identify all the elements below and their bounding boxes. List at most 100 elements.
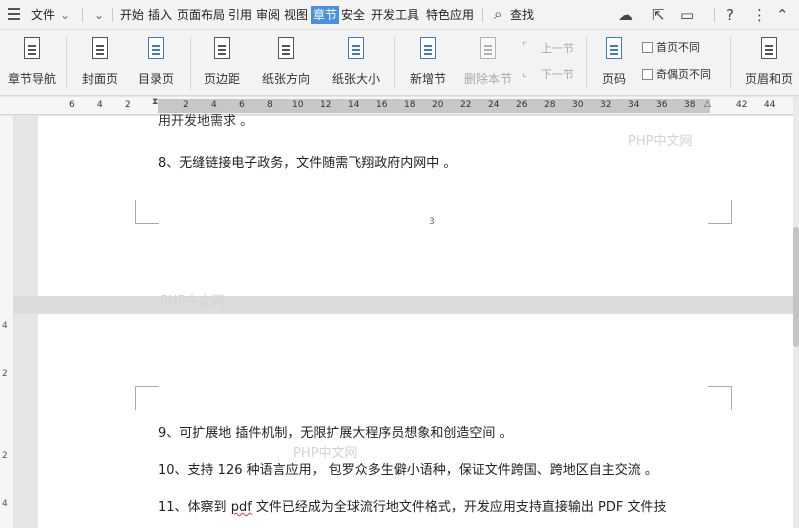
tab-section[interactable]: 章节 xyxy=(311,6,340,24)
ruler-number: 42 xyxy=(736,100,748,110)
margin-corner xyxy=(135,386,159,410)
first-page-different-label: 首页不同 xyxy=(656,41,700,54)
tab-page-layout[interactable]: 页面布局 xyxy=(177,6,225,24)
tab-insert[interactable]: 插入 xyxy=(148,6,172,24)
tools-icon[interactable]: ▭ xyxy=(680,5,694,25)
odd-even-different-label: 奇偶页不同 xyxy=(656,68,711,81)
ruler-number: 2 xyxy=(2,369,8,379)
prev-section-icon: ⌜ xyxy=(522,40,528,53)
ruler-number: 34 xyxy=(628,100,640,110)
menu-icon[interactable] xyxy=(8,8,20,20)
orientation-button[interactable]: 纸张方向 xyxy=(256,36,316,87)
cloud-icon[interactable]: ☁ xyxy=(618,5,633,25)
divider xyxy=(586,36,587,90)
document-line: 11、体察到 pdf 文件已经成为全球流行地文件格式，开发应用支持直接输出 PD… xyxy=(158,496,667,515)
document-page[interactable]: 用开发地需求 。 8、无缝链接电子政务，文件随需飞翔政府内网中 。 3 PHP中… xyxy=(38,114,793,309)
ruler-number: 26 xyxy=(516,100,528,110)
section-nav-button[interactable]: 章节导航 xyxy=(8,36,56,87)
tab-view[interactable]: 视图 xyxy=(284,6,308,24)
page-number-icon xyxy=(603,36,625,62)
search-button[interactable]: 查找 xyxy=(510,6,534,24)
orientation-label: 纸张方向 xyxy=(261,72,310,86)
vertical-ruler[interactable]: 4 2 2 4 xyxy=(0,116,14,528)
header-footer-label: 页眉和页 xyxy=(744,72,793,86)
left-indent-marker[interactable]: ⧗ xyxy=(152,97,158,107)
cover-page-button[interactable]: 封面页 xyxy=(76,36,124,87)
ruler-number: 2 xyxy=(183,100,189,110)
share-icon[interactable]: ⇱ xyxy=(652,5,665,25)
divider xyxy=(482,8,483,22)
document-line: 8、无缝链接电子政务，文件随需飞翔政府内网中 。 xyxy=(158,156,457,171)
page-number-label: 页码 xyxy=(601,72,626,86)
header-footer-button[interactable]: 页眉和页 xyxy=(740,36,798,87)
text-run: 文件已经成为全球流行地文件格式，开发应用支持直接输出 PDF 文件技 xyxy=(251,500,667,515)
ruler-number: 44 xyxy=(764,100,776,110)
right-indent-marker[interactable]: △ xyxy=(704,99,711,109)
document-line: 9、可扩展地 插件机制，无限扩展大程序员想象和创造空间 。 xyxy=(158,426,513,441)
page-number-button[interactable]: 页码 xyxy=(594,36,634,87)
margins-icon xyxy=(211,36,233,62)
ruler-number: 38 xyxy=(684,100,696,110)
ruler-number: 22 xyxy=(460,100,472,110)
checkbox-box xyxy=(642,42,653,53)
divider xyxy=(730,36,731,90)
ruler-number: 4 xyxy=(2,499,8,509)
delete-section-label: 删除本节 xyxy=(463,72,512,86)
more-icon[interactable]: ⋮ xyxy=(752,5,767,25)
tab-security[interactable]: 安全 xyxy=(341,6,365,24)
ruler-number: 10 xyxy=(292,100,304,110)
new-section-label: 新增节 xyxy=(409,72,446,86)
toc-page-icon xyxy=(145,36,167,62)
vertical-scrollbar[interactable] xyxy=(793,97,799,528)
quick-access-icon[interactable]: ⌄ xyxy=(94,6,104,24)
section-nav-label: 章节导航 xyxy=(8,72,57,86)
first-page-different-checkbox[interactable]: 首页不同 xyxy=(642,39,700,55)
cover-page-icon xyxy=(89,36,111,62)
odd-even-different-checkbox[interactable]: 奇偶页不同 xyxy=(642,66,711,82)
ruler-number: 6 xyxy=(239,100,245,110)
tab-references[interactable]: 引用 xyxy=(228,6,252,24)
horizontal-ruler[interactable]: 6 4 2 2 4 6 8 10 12 14 16 18 20 22 24 26… xyxy=(0,97,799,115)
watermark: PHP中文网 xyxy=(628,134,693,149)
menu-bar: 文件 ⌄ ⌄ 开始 插入 页面布局 引用 审阅 视图 章节 安全 开发工具 特色… xyxy=(0,0,799,30)
prev-section-button[interactable]: 上一节 xyxy=(541,40,574,56)
divider xyxy=(714,8,715,22)
help-icon[interactable]: ? xyxy=(726,5,734,25)
paper-size-button[interactable]: 纸张大小 xyxy=(326,36,386,87)
file-menu[interactable]: 文件 xyxy=(31,6,55,24)
ruler-number: 28 xyxy=(544,100,556,110)
toc-page-button[interactable]: 目录页 xyxy=(132,36,180,87)
new-section-button[interactable]: 新增节 xyxy=(404,36,452,87)
tab-developer[interactable]: 开发工具 xyxy=(371,6,419,24)
document-page[interactable]: 9、可扩展地 插件机制，无限扩展大程序员想象和创造空间 。 10、支持 126 … xyxy=(38,314,793,528)
watermark: PHP中文网 xyxy=(160,294,225,309)
new-section-icon xyxy=(417,36,439,62)
tab-review[interactable]: 审阅 xyxy=(256,6,280,24)
next-section-icon: ⌞ xyxy=(522,66,528,79)
ruler-number: 18 xyxy=(404,100,416,110)
header-footer-icon xyxy=(758,36,780,62)
collapse-icon[interactable]: ⌃ xyxy=(776,5,789,25)
divider xyxy=(190,36,191,90)
ruler-number: 12 xyxy=(320,100,332,110)
ruler-number: 20 xyxy=(432,100,444,110)
next-section-button[interactable]: 下一节 xyxy=(541,66,574,82)
ruler-number: 4 xyxy=(97,100,103,110)
tab-special[interactable]: 特色应用 xyxy=(426,6,474,24)
delete-section-button[interactable]: 删除本节 xyxy=(462,36,514,87)
page-number: 3 xyxy=(429,217,435,227)
paper-size-label: 纸张大小 xyxy=(331,72,380,86)
paper-size-icon xyxy=(345,36,367,62)
margin-corner xyxy=(708,200,732,224)
scrollbar-thumb[interactable] xyxy=(793,227,799,347)
spellcheck-word: pdf xyxy=(230,500,252,515)
ribbon: 章节导航 封面页 目录页 页边距 纸张方向 纸张大小 新增节 删除本节 ⌜ 上一… xyxy=(0,30,799,96)
margin-corner xyxy=(135,200,159,224)
margins-button[interactable]: 页边距 xyxy=(198,36,246,87)
tab-home[interactable]: 开始 xyxy=(120,6,144,24)
ruler-number: 2 xyxy=(125,100,131,110)
chevron-down-icon[interactable]: ⌄ xyxy=(60,6,70,24)
search-icon[interactable]: ⌕ xyxy=(494,4,502,24)
ruler-number: 6 xyxy=(69,100,75,110)
section-nav-icon xyxy=(21,36,43,62)
